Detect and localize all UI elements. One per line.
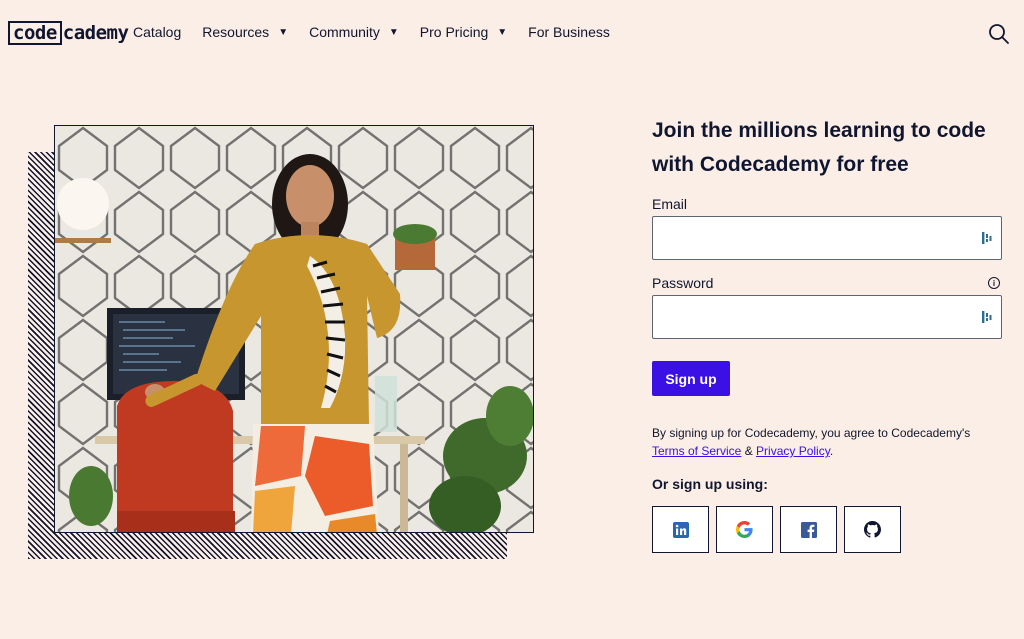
top-nav: code cademy Catalog Resources ▼ Communit…: [0, 0, 1024, 68]
terms-text: By signing up for Codecademy, you agree …: [652, 424, 1004, 460]
page-title: Join the millions learning to code with …: [652, 114, 1004, 182]
privacy-policy-link[interactable]: Privacy Policy: [756, 444, 830, 458]
google-icon: [736, 521, 753, 538]
linkedin-icon: [672, 521, 689, 538]
nav-item-label: Pro Pricing: [419, 24, 489, 40]
search-icon[interactable]: [988, 23, 1010, 45]
terms-prefix: By signing up for Codecademy, you agree …: [652, 426, 971, 440]
facebook-signup-button[interactable]: [780, 506, 837, 553]
logo-rest-text: cademy: [62, 22, 129, 44]
social-signup-row: [652, 506, 1004, 553]
nav-item-label: Catalog: [133, 24, 182, 40]
password-label-row: Password i: [652, 275, 1004, 291]
codecademy-logo[interactable]: code cademy: [8, 21, 129, 45]
sign-up-button[interactable]: Sign up: [652, 361, 730, 396]
terms-amp: &: [741, 444, 757, 458]
email-field-wrapper: [652, 216, 1002, 260]
hero-photo-illustration: [55, 126, 533, 532]
logo-box-text: code: [8, 21, 62, 45]
hero-photo: [54, 125, 534, 533]
nav-item-resources[interactable]: Resources ▼: [202, 24, 288, 40]
terms-of-service-link[interactable]: Terms of Service: [652, 444, 741, 458]
nav-item-for-business[interactable]: For Business: [528, 24, 610, 40]
linkedin-signup-button[interactable]: [652, 506, 709, 553]
nav-item-label: Resources: [202, 24, 270, 40]
facebook-icon: [800, 521, 817, 538]
or-sign-up-label: Or sign up using:: [652, 476, 768, 492]
password-manager-icon[interactable]: [981, 310, 995, 324]
nav-item-catalog[interactable]: Catalog: [133, 24, 181, 40]
caret-down-icon: ▼: [278, 26, 289, 38]
google-signup-button[interactable]: [716, 506, 773, 553]
github-signup-button[interactable]: [844, 506, 901, 553]
headline-line-1: Join the millions learning to code: [652, 119, 986, 142]
hero-image-area: [28, 125, 534, 560]
info-icon[interactable]: i: [988, 277, 1000, 289]
email-label: Email: [652, 196, 688, 212]
password-field-wrapper: [652, 295, 1002, 339]
headline-line-2: with Codecademy for free: [652, 153, 909, 176]
email-field[interactable]: [653, 217, 1001, 259]
caret-down-icon: ▼: [388, 26, 399, 38]
password-manager-icon[interactable]: [981, 231, 995, 245]
signup-form: Join the millions learning to code with …: [652, 114, 1004, 553]
nav-item-pro-pricing[interactable]: Pro Pricing ▼: [420, 24, 507, 40]
caret-down-icon: ▼: [497, 26, 508, 38]
nav-menu: Catalog Resources ▼ Community ▼ Pro Pric…: [133, 24, 631, 40]
password-field[interactable]: [653, 296, 1001, 338]
github-icon: [864, 521, 881, 538]
nav-item-label: For Business: [528, 24, 610, 40]
terms-suffix: .: [829, 444, 834, 458]
email-label-row: Email: [652, 196, 1004, 212]
nav-item-label: Community: [309, 24, 380, 40]
password-label: Password: [652, 275, 714, 291]
nav-item-community[interactable]: Community ▼: [309, 24, 399, 40]
